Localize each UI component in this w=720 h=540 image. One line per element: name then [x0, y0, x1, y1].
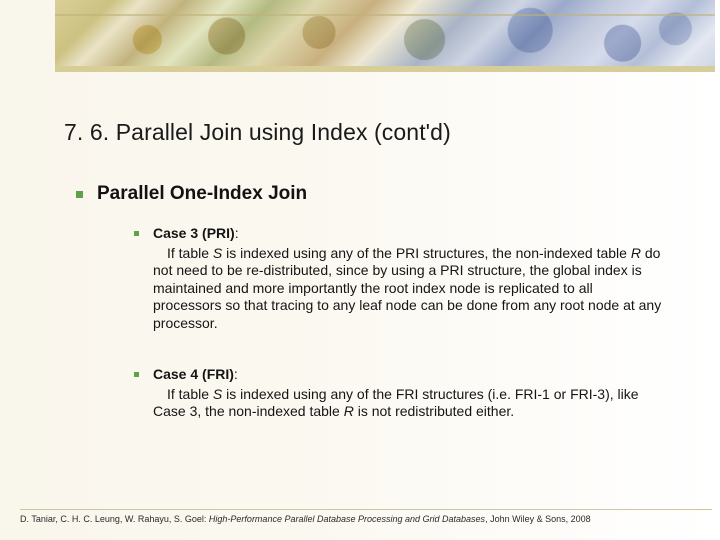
slide-title: 7. 6. Parallel Join using Index (cont'd)	[64, 119, 451, 146]
bullet-heading: Parallel One-Index Join	[97, 183, 307, 205]
bullet-level2: Case 4 (FRI): If table S is indexed usin…	[134, 366, 664, 421]
case-label: Case 3 (PRI)	[153, 225, 235, 241]
case4-body: Case 4 (FRI): If table S is indexed usin…	[153, 366, 664, 421]
var-s: S	[213, 386, 222, 402]
slide: 7. 6. Parallel Join using Index (cont'd)…	[0, 0, 720, 540]
footer-divider	[20, 509, 712, 510]
footer-title: High-Performance Parallel Database Proce…	[209, 514, 485, 524]
bullet-level1: Parallel One-Index Join	[76, 183, 664, 205]
decorative-line	[55, 14, 715, 16]
footer-authors: D. Taniar, C. H. C. Leung, W. Rahayu, S.…	[20, 514, 209, 524]
case-label: Case 4 (FRI)	[153, 366, 234, 382]
bullet-icon	[76, 191, 83, 198]
t: If table	[167, 386, 213, 402]
t: If table	[167, 245, 213, 261]
case-text: If table S is indexed using any of the F…	[153, 386, 664, 421]
bullet-icon	[134, 372, 139, 377]
decorative-banner	[55, 0, 715, 72]
t: is not redistributed either.	[354, 403, 514, 419]
case3-body: Case 3 (PRI): If table S is indexed usin…	[153, 225, 664, 332]
var-r: R	[631, 245, 641, 261]
case-colon: :	[234, 366, 238, 382]
bullet-level2: Case 3 (PRI): If table S is indexed usin…	[134, 225, 664, 332]
t: is indexed using any of the PRI structur…	[222, 245, 631, 261]
var-s: S	[213, 245, 222, 261]
footer-publisher: , John Wiley & Sons, 2008	[485, 514, 591, 524]
var-r: R	[344, 403, 354, 419]
case-text: If table S is indexed using any of the P…	[153, 245, 664, 333]
footer: D. Taniar, C. H. C. Leung, W. Rahayu, S.…	[0, 509, 720, 524]
bullet-icon	[134, 231, 139, 236]
content-area: Parallel One-Index Join Case 3 (PRI): If…	[76, 183, 664, 421]
case-colon: :	[235, 225, 239, 241]
footer-text: D. Taniar, C. H. C. Leung, W. Rahayu, S.…	[20, 514, 712, 524]
